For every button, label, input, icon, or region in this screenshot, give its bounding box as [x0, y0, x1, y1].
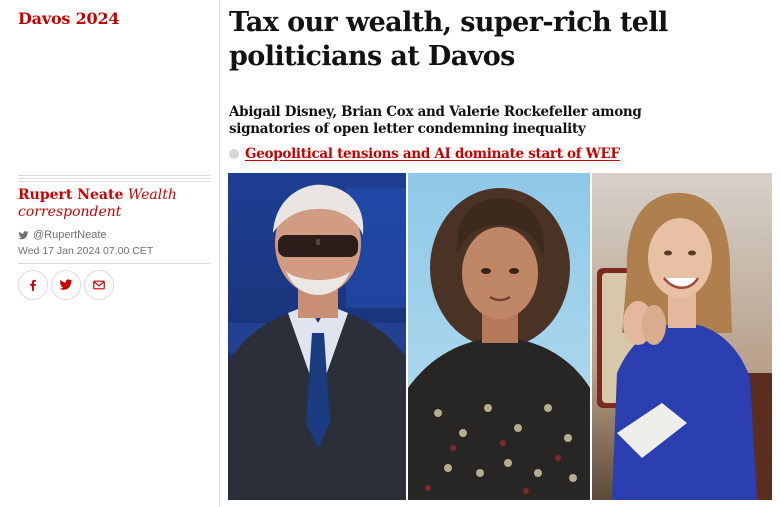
article-meta-column: Davos 2024 Rupert Neate Wealth correspon…	[0, 0, 220, 507]
share-twitter-button[interactable]	[51, 270, 81, 300]
related-article-link[interactable]: Geopolitical tensions and AI dominate st…	[245, 146, 620, 162]
twitter-bird-icon	[18, 230, 29, 239]
share-facebook-button[interactable]	[18, 270, 48, 300]
article-standfirst: Abigail Disney, Brian Cox and Valerie Ro…	[229, 104, 642, 137]
live-dot-icon	[229, 149, 239, 159]
photo-brian-cox	[228, 173, 406, 500]
photo-abigail-disney	[408, 173, 590, 500]
byline: Rupert Neate Wealth correspondent	[18, 187, 213, 221]
email-icon	[93, 280, 105, 290]
related-article: Geopolitical tensions and AI dominate st…	[229, 146, 620, 162]
main-media-image	[228, 173, 772, 500]
section-label-link[interactable]: Davos 2024	[18, 9, 120, 28]
byline-rule-lines	[18, 175, 211, 184]
share-email-button[interactable]	[84, 270, 114, 300]
twitter-handle-text: @RupertNeate	[33, 229, 107, 241]
share-buttons	[18, 270, 114, 300]
article-headline: Tax our wealth, super-rich tell politici…	[229, 7, 668, 72]
facebook-icon	[30, 279, 36, 291]
author-link[interactable]: Rupert Neate	[18, 187, 123, 203]
meta-divider	[18, 263, 211, 264]
publish-date: Wed 17 Jan 2024 07.00 CET	[18, 245, 154, 257]
photo-valerie-rockefeller	[592, 173, 772, 500]
twitter-handle-link[interactable]: @RupertNeate	[18, 229, 107, 241]
twitter-icon	[59, 279, 73, 290]
